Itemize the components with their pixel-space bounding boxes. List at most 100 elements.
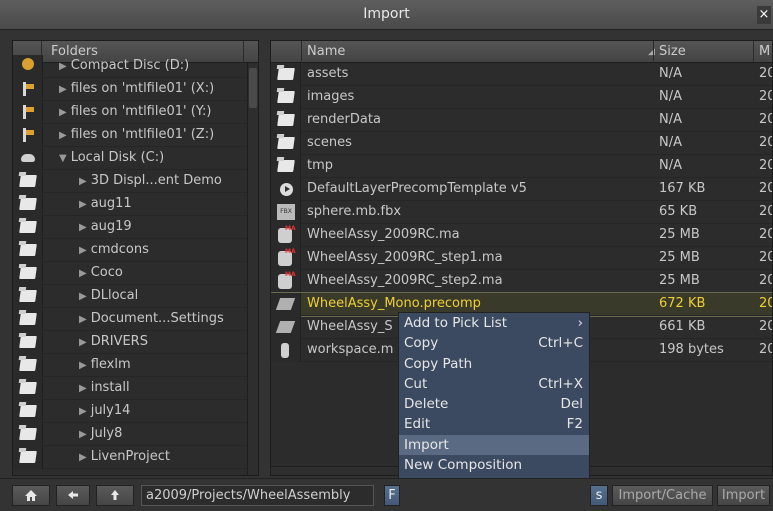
file-row[interactable]: WheelAssy_2009RC_step2.ma 25 MB 20 [271,270,772,293]
file-name: assets [307,66,349,81]
folder-item[interactable]: ▶ 3D Displ...ent Demo [13,170,249,193]
expand-right-icon[interactable]: ▶ [79,337,87,348]
folder-item[interactable]: ▶ Coco [13,262,249,285]
folder-item[interactable]: ▶ LivenProject [13,446,249,469]
expand-right-icon[interactable]: ▶ [79,199,87,210]
expand-right-icon[interactable]: ▶ [79,268,87,279]
folder-item[interactable]: ▶ files on 'mtlfile01' (Z:) [13,124,249,147]
folder-item[interactable]: ▼ Local Disk (C:) [13,147,249,170]
expand-right-icon[interactable]: ▶ [79,314,87,325]
path-field[interactable]: a2009/Projects/WheelAssembly [141,485,374,506]
folder-label: cmdcons [90,242,149,257]
folder-icon [271,63,301,86]
fbx-file-icon: FBX [271,201,301,224]
menu-item[interactable]: New Composition [399,455,589,475]
expand-right-icon[interactable]: ▶ [79,452,87,463]
expand-right-icon[interactable]: ▶ [79,360,87,371]
import-cache-button[interactable]: Import/Cache [612,485,713,506]
folder-item[interactable]: ▶ flexlm [13,354,249,377]
folders-scroll-thumb[interactable] [249,68,257,108]
folder-item[interactable]: ▶ DRIVERS [13,331,249,354]
folder-item[interactable]: ▶ DLlocal [13,285,249,308]
file-size: 661 KB [659,319,706,334]
expand-right-icon[interactable]: ▶ [59,61,67,72]
back-button[interactable] [56,485,90,506]
folder-item[interactable]: ▶ aug11 [13,193,249,216]
file-name: images [307,89,355,104]
menu-item-label: New Composition [404,457,523,474]
file-name: sphere.mb.fbx [307,204,402,219]
folder-item[interactable]: ▶ Document...Settings [13,308,249,331]
folder-item[interactable]: ▶ july14 [13,400,249,423]
folder-tree: ▶ Compact Disc (D:) ▶ files on 'mtlfile01' … [13,55,249,469]
folder-label: install [90,380,130,395]
folder-label: LivenProject [90,449,170,464]
file-size: N/A [659,112,682,127]
file-row[interactable]: images N/A 20 [271,86,772,109]
folder-item[interactable]: ▶ install [13,377,249,400]
precomp-file-icon [271,316,301,339]
folder-item[interactable]: ▶ files on 'mtlfile01' (X:) [13,78,249,101]
folders-scrollbar[interactable] [247,63,258,475]
column-size[interactable]: Size [659,44,686,59]
file-row[interactable]: FBX sphere.mb.fbx 65 KB 20 [271,201,772,224]
folder-item[interactable]: ▶ Compact Disc (D:) [13,55,249,78]
menu-item-label: Cut [404,375,428,392]
menu-item[interactable]: Delete Del [399,394,589,414]
folder-item[interactable]: ▶ July8 [13,423,249,446]
folder-item[interactable]: ▶ aug19 [13,216,249,239]
partial-blue-button-left[interactable]: F [384,485,400,506]
expand-right-icon[interactable]: ▶ [79,429,87,440]
up-button[interactable] [96,485,134,506]
folder-icon [13,308,43,331]
expand-right-icon[interactable]: ▶ [59,107,67,118]
folder-label: July8 [90,426,123,441]
folder-label: files on 'mtlfile01' (Z:) [70,127,215,142]
folder-icon [271,86,301,109]
expand-right-icon[interactable]: ▶ [79,222,87,233]
expand-right-icon[interactable]: ▶ [79,245,87,256]
menu-item[interactable]: Cut Ctrl+X [399,374,589,394]
template-icon [271,178,301,201]
file-name: tmp [307,158,334,173]
file-row[interactable]: WheelAssy_2009RC_step1.ma 25 MB 20 [271,247,772,270]
menu-item[interactable]: Copy Ctrl+C [399,333,589,353]
file-row[interactable]: DefaultLayerPrecompTemplate v5 167 KB 20 [271,178,772,201]
file-row[interactable]: renderData N/A 20 [271,109,772,132]
file-modified: 20 [759,227,772,242]
file-size: 25 MB [659,250,700,265]
menu-item[interactable]: Edit F2 [399,414,589,434]
folder-item[interactable]: ▶ files on 'mtlfile01' (Y:) [13,101,249,124]
file-row[interactable]: scenes N/A 20 [271,132,772,155]
file-row[interactable]: assets N/A 20 [271,63,772,86]
close-button[interactable]: × [757,6,771,24]
file-name: workspace.m [307,342,394,357]
file-name: renderData [307,112,381,127]
file-row[interactable]: tmp N/A 20 [271,155,772,178]
menu-item[interactable]: Add to Pick List › [399,313,589,333]
import-button[interactable]: Import [717,485,770,506]
menu-item[interactable]: Import [399,434,589,456]
menu-item-label: Copy Path [404,355,473,372]
menu-item[interactable]: Copy Path [399,354,589,374]
file-size: 672 KB [659,296,706,311]
column-modified[interactable]: M [759,44,770,59]
folder-label: files on 'mtlfile01' (X:) [70,81,215,96]
expand-right-icon[interactable]: ▶ [59,130,67,141]
expand-down-icon[interactable]: ▼ [59,153,67,164]
expand-right-icon[interactable]: ▶ [59,84,67,95]
expand-right-icon[interactable]: ▶ [79,176,87,187]
file-row[interactable]: WheelAssy_2009RC.ma 25 MB 20 [271,224,772,247]
expand-right-icon[interactable]: ▶ [79,291,87,302]
home-button[interactable] [12,485,50,506]
partial-blue-button-right[interactable]: s [590,485,608,506]
folder-item[interactable]: ▶ cmdcons [13,239,249,262]
column-name[interactable]: Name [307,44,345,59]
file-modified: 20 [759,89,772,104]
menu-item-shortcut: Ctrl+C [538,335,583,352]
window-title: Import [363,6,410,22]
expand-right-icon[interactable]: ▶ [79,383,87,394]
file-name: WheelAssy_Mono.precomp [307,296,481,311]
expand-right-icon[interactable]: ▶ [79,406,87,417]
file-modified: 20 [759,158,772,173]
